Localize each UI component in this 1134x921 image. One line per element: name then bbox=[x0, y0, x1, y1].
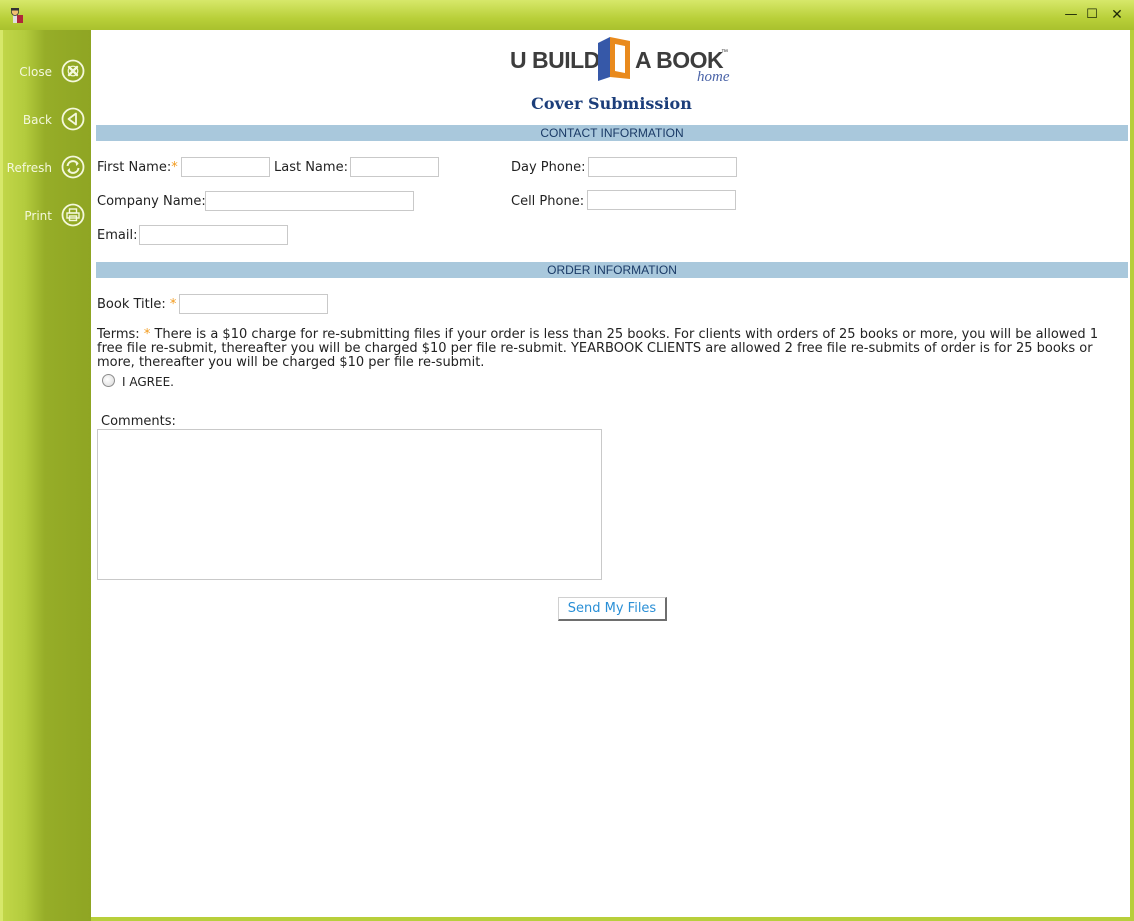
required-marker: * bbox=[169, 297, 177, 312]
sidebar: Close Back Refresh Print bbox=[0, 30, 91, 921]
cell-phone-field[interactable] bbox=[587, 190, 736, 210]
email-label: Email: bbox=[97, 228, 138, 243]
terms-text-block: Terms: * There is a $10 charge for re-su… bbox=[97, 328, 1127, 370]
window-close-button[interactable]: ✕ bbox=[1109, 7, 1125, 23]
comments-textarea[interactable] bbox=[97, 429, 602, 580]
sidebar-close-button[interactable]: Close bbox=[0, 58, 88, 86]
sidebar-refresh-button[interactable]: Refresh bbox=[0, 154, 88, 182]
required-marker: * bbox=[171, 160, 178, 175]
logo-text-left: U BUILD bbox=[510, 47, 600, 73]
agree-label[interactable]: I AGREE. bbox=[122, 375, 174, 389]
required-marker: * bbox=[143, 327, 151, 342]
sidebar-item-label: Refresh bbox=[6, 161, 52, 175]
cell-phone-label: Cell Phone: bbox=[511, 194, 585, 209]
email-field[interactable] bbox=[139, 225, 288, 245]
day-phone-label: Day Phone: bbox=[511, 160, 586, 175]
minimize-button[interactable]: — bbox=[1063, 7, 1079, 23]
logo-home-link[interactable]: home bbox=[697, 69, 730, 86]
window-title-bar: — ☐ ✕ bbox=[0, 0, 1134, 30]
sidebar-back-button[interactable]: Back bbox=[0, 106, 88, 134]
page-title: Cover Submission bbox=[531, 94, 692, 113]
print-circle-icon bbox=[61, 203, 85, 227]
contact-section-header: CONTACT INFORMATION bbox=[96, 125, 1128, 141]
send-my-files-button[interactable]: Send My Files bbox=[558, 597, 667, 621]
sidebar-print-button[interactable]: Print bbox=[0, 202, 88, 230]
window-frame-right bbox=[1130, 30, 1134, 921]
terms-label: Terms: bbox=[97, 327, 140, 342]
close-circle-icon bbox=[61, 59, 85, 83]
maximize-button[interactable]: ☐ bbox=[1084, 7, 1100, 23]
book-logo-icon bbox=[598, 37, 630, 81]
logo: U BUILD A BOOK ™ home bbox=[510, 35, 740, 87]
form-page: U BUILD A BOOK ™ home Cover Submission C… bbox=[91, 30, 1130, 917]
terms-text: There is a $10 charge for re-submitting … bbox=[97, 327, 1099, 370]
sidebar-item-label: Print bbox=[24, 209, 52, 223]
first-name-field[interactable] bbox=[181, 157, 270, 177]
sidebar-item-label: Back bbox=[22, 113, 52, 127]
agree-radio[interactable] bbox=[102, 374, 115, 387]
book-title-field[interactable] bbox=[179, 294, 328, 314]
order-section-header: ORDER INFORMATION bbox=[96, 262, 1128, 278]
refresh-circle-icon bbox=[61, 155, 85, 179]
last-name-label: Last Name: bbox=[274, 160, 348, 175]
company-name-field[interactable] bbox=[205, 191, 414, 211]
comments-label: Comments: bbox=[101, 414, 176, 429]
last-name-field[interactable] bbox=[350, 157, 439, 177]
day-phone-field[interactable] bbox=[588, 157, 737, 177]
app-icon bbox=[11, 8, 23, 23]
company-name-label: Company Name: bbox=[97, 194, 206, 209]
first-name-label: First Name:* bbox=[97, 160, 178, 175]
back-circle-icon bbox=[61, 107, 85, 131]
sidebar-item-label: Close bbox=[19, 65, 52, 79]
book-title-label: Book Title: * bbox=[97, 297, 177, 312]
logo-trademark: ™ bbox=[721, 49, 728, 56]
window-frame-bottom bbox=[91, 917, 1134, 921]
